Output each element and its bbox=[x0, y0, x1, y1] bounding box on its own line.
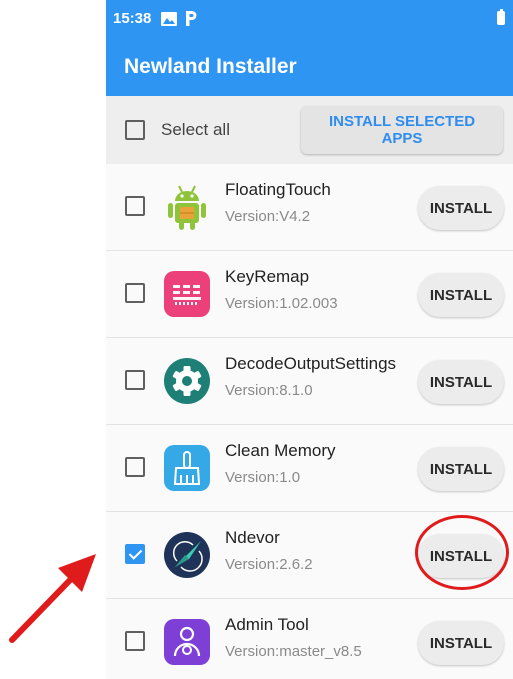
parking-icon bbox=[185, 11, 197, 26]
app-bar: Newland Installer bbox=[106, 37, 513, 96]
selection-toolbar: Select all INSTALL SELECTED APPS bbox=[106, 96, 513, 164]
list-item: Admin Tool Version:master_v8.5 INSTALL bbox=[106, 599, 513, 679]
battery-icon bbox=[497, 9, 505, 25]
install-button[interactable]: INSTALL bbox=[418, 273, 504, 317]
app-version: Version:V4.2 bbox=[225, 208, 311, 225]
status-time: 15:38 bbox=[113, 10, 152, 27]
app-version: Version:2.6.2 bbox=[225, 556, 313, 573]
select-all-label[interactable]: Select all bbox=[161, 120, 230, 140]
install-button[interactable]: INSTALL bbox=[418, 360, 504, 404]
app-version: Version:8.1.0 bbox=[225, 382, 313, 399]
app-checkbox[interactable] bbox=[125, 631, 145, 651]
app-name: Clean Memory bbox=[225, 441, 336, 460]
app-version: Version:1.0 bbox=[225, 469, 301, 486]
annotation-arrow bbox=[9, 554, 96, 643]
app-version: Version:master_v8.5 bbox=[225, 643, 362, 660]
app-checkbox[interactable] bbox=[125, 196, 145, 216]
app-checkbox[interactable] bbox=[125, 370, 145, 390]
install-button[interactable]: INSTALL bbox=[418, 621, 504, 665]
install-button[interactable]: INSTALL bbox=[418, 186, 504, 230]
app-name: DecodeOutputSettings bbox=[225, 354, 397, 373]
app-name: KeyRemap bbox=[225, 267, 310, 286]
list-item: KeyRemap Version:1.02.003 INSTALL bbox=[106, 251, 513, 338]
app-name: Admin Tool bbox=[225, 615, 309, 634]
list-item: FloatingTouch Version:V4.2 INSTALL bbox=[106, 164, 513, 251]
app-checkbox[interactable] bbox=[125, 544, 145, 564]
admin-user-icon bbox=[164, 619, 210, 665]
list-item: Ndevor Version:2.6.2 INSTALL bbox=[106, 512, 513, 599]
app-checkbox[interactable] bbox=[125, 283, 145, 303]
ndevor-logo-icon bbox=[164, 532, 210, 578]
install-button[interactable]: INSTALL bbox=[418, 534, 504, 578]
settings-gear-icon bbox=[164, 358, 210, 404]
select-all-checkbox[interactable] bbox=[125, 120, 145, 140]
app-version: Version:1.02.003 bbox=[225, 295, 338, 312]
app-name: Ndevor bbox=[225, 528, 280, 547]
app-title: Newland Installer bbox=[124, 54, 297, 78]
list-item: Clean Memory Version:1.0 INSTALL bbox=[106, 425, 513, 512]
app-name: FloatingTouch bbox=[225, 180, 331, 199]
status-bar: 15:38 bbox=[106, 0, 513, 37]
broom-icon bbox=[164, 445, 210, 491]
android-robot-icon bbox=[168, 185, 206, 230]
list-item: DecodeOutputSettings Version:8.1.0 INSTA… bbox=[106, 338, 513, 425]
keyboard-icon bbox=[164, 271, 210, 317]
app-list: FloatingTouch Version:V4.2 INSTALL KeyRe… bbox=[106, 164, 513, 679]
app-checkbox[interactable] bbox=[125, 457, 145, 477]
image-icon bbox=[161, 11, 178, 26]
install-button[interactable]: INSTALL bbox=[418, 447, 504, 491]
install-selected-apps-button[interactable]: INSTALL SELECTED APPS bbox=[301, 106, 503, 154]
phone-screen: 15:38 Newland Installer Select all INSTA… bbox=[106, 0, 513, 679]
